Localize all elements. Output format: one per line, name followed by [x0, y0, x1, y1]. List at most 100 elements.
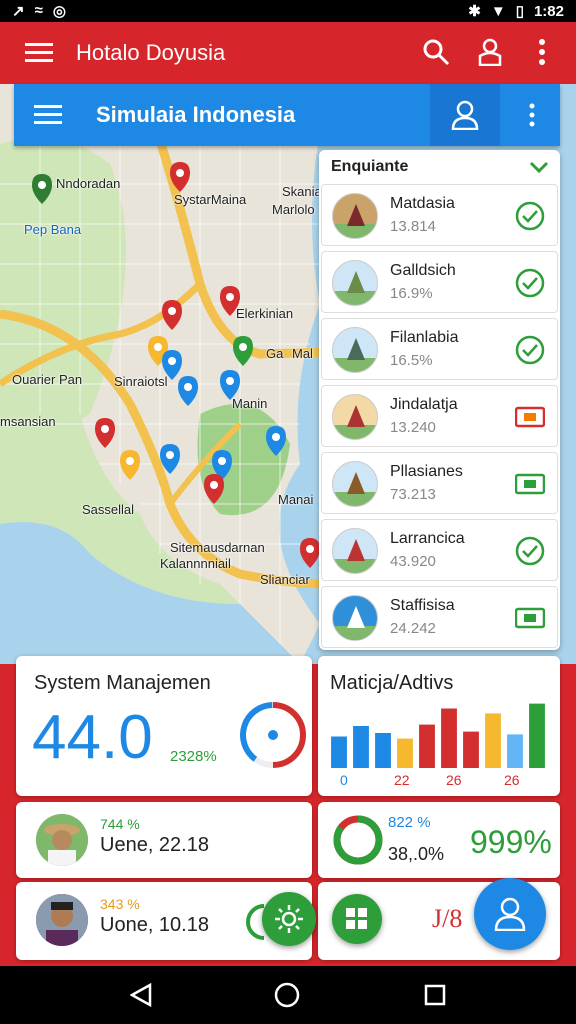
donut-stat-card[interactable]: 822 % 38,.0% 999%	[318, 802, 560, 878]
user-icon	[494, 897, 526, 931]
secondary-title: Simulaia Indonesia	[96, 102, 296, 127]
panel-header: Enquiante	[331, 158, 409, 175]
donut-big-value: 999%	[470, 824, 552, 860]
chart-bar	[331, 736, 347, 768]
check-circle-icon[interactable]	[515, 268, 545, 298]
gauge-chart	[240, 702, 306, 768]
user-icon	[450, 100, 480, 130]
account-icon[interactable]	[474, 36, 506, 68]
secondary-app-bar: Simulaia Indonesia	[14, 84, 560, 146]
bar-chart	[331, 703, 545, 768]
card-title: System Manajemen	[34, 672, 211, 694]
card-title: Maticja/Adtivs	[330, 672, 454, 694]
sun-icon	[275, 905, 303, 933]
map-label: Sassellal	[82, 502, 135, 517]
system-management-card[interactable]: System Manajemen 44.0 2328%	[16, 656, 312, 796]
map-label: Manin	[232, 396, 268, 411]
location-thumbnail	[332, 595, 378, 641]
home-icon[interactable]	[272, 980, 302, 1010]
map-label: Elerkinian	[236, 306, 294, 321]
chart-bar	[353, 726, 369, 768]
location-name: Galldsich	[390, 262, 456, 279]
location-value: 16.5%	[390, 352, 433, 369]
location-list-item[interactable]: Filanlabia 16.5%	[321, 318, 558, 380]
more-options-icon[interactable]	[530, 36, 554, 68]
recents-icon[interactable]	[420, 980, 450, 1010]
status-time: 1:82	[533, 2, 564, 20]
battery-icon: ▯	[515, 3, 524, 20]
user-stat-row[interactable]: 744 % Uene, 22.18	[16, 802, 312, 878]
map-label: Slianciar	[260, 572, 310, 587]
sub-value: 2328%	[170, 748, 217, 765]
check-circle-icon[interactable]	[515, 536, 545, 566]
location-list-item[interactable]: Larrancica 43.920	[321, 519, 558, 581]
chevron-down-icon[interactable]	[528, 158, 550, 176]
profile-fab[interactable]	[474, 878, 546, 950]
location-thumbnail	[332, 327, 378, 373]
location-list-item[interactable]: Staffisisa 24.242	[321, 586, 558, 648]
location-name: Jindalatja	[390, 396, 458, 413]
system-nav-bar	[0, 966, 576, 1024]
map-label: msansian	[0, 414, 56, 429]
navigation-icon: ↗	[12, 3, 25, 20]
map-label: Pep Bana	[24, 222, 82, 237]
avatar	[36, 814, 88, 866]
map-label: Mal	[292, 346, 313, 361]
big-value: 44.0	[32, 703, 153, 772]
location-value: 16.9%	[390, 285, 433, 302]
profile-button[interactable]	[430, 84, 500, 146]
location-list-item[interactable]: Galldsich 16.9%	[321, 251, 558, 313]
chart-bar	[463, 731, 479, 768]
location-thumbnail	[332, 260, 378, 306]
active-status-icon[interactable]	[514, 469, 546, 499]
location-list-item[interactable]: Matdasia 13.814	[321, 184, 558, 246]
active-status-icon[interactable]	[514, 603, 546, 633]
map-label: Skania	[282, 184, 322, 199]
chart-bar	[441, 708, 457, 768]
axis-tick-label: 26	[504, 772, 520, 788]
alert-status-icon[interactable]	[514, 402, 546, 432]
search-icon[interactable]	[420, 36, 452, 68]
bottom-text: J/8	[432, 904, 463, 933]
metrics-chart-card[interactable]: Maticja/Adtivs 0 22 26 26	[318, 656, 560, 796]
menu-icon[interactable]	[22, 38, 56, 68]
axis-tick-label: 0	[340, 772, 348, 788]
donut-chart	[333, 815, 383, 865]
app-title: Hotalo Doyusia	[76, 40, 226, 65]
location-thumbnail	[332, 528, 378, 574]
location-thumbnail	[332, 461, 378, 507]
location-value: 13.240	[390, 419, 436, 436]
chart-bar	[507, 734, 523, 768]
location-list-item[interactable]: Jindalatja 13.240	[321, 385, 558, 447]
axis-tick-label: 22	[394, 772, 410, 788]
location-name: Matdasia	[390, 195, 455, 212]
user-percent: 744 %	[100, 816, 140, 832]
grid-icon	[346, 908, 367, 929]
wifi-icon: ▼	[490, 2, 506, 20]
map-label: Kalannnniail	[160, 556, 231, 571]
location-thumbnail	[332, 193, 378, 239]
back-icon[interactable]	[126, 980, 156, 1010]
location-value: 13.814	[390, 218, 436, 235]
check-circle-icon[interactable]	[515, 201, 545, 231]
donut-secondary: 38,.0%	[388, 844, 445, 864]
chart-bar	[419, 724, 435, 768]
map-label: Ouarier Pan	[12, 372, 83, 387]
map-label: Nndoradan	[56, 176, 121, 191]
location-list-item[interactable]: Pllasianes 73.213	[321, 452, 558, 514]
map-label: SystarMaina	[174, 192, 247, 207]
map-label: Ga	[266, 346, 284, 361]
check-circle-icon[interactable]	[515, 335, 545, 365]
map-label: Sinraiotsl	[114, 374, 168, 389]
chart-bar	[397, 738, 413, 768]
location-list-panel: Enquiante Matdasia 13.814 Galldsich 16.9% Fi…	[319, 150, 560, 650]
map-label: Sitemausdarnan	[170, 540, 265, 555]
grid-button[interactable]	[332, 894, 382, 944]
avatar	[36, 894, 88, 946]
more-options-icon[interactable]	[522, 100, 542, 130]
menu-icon[interactable]	[32, 102, 64, 128]
brightness-button[interactable]	[262, 892, 316, 946]
location-name: Larrancica	[390, 530, 465, 547]
map-label: Marlolo	[272, 202, 315, 217]
app-root: ↗ ≈ ◎ ✱ ▼ ▯ 1:82 Hotalo Doyusia Nndorada…	[0, 0, 576, 1024]
